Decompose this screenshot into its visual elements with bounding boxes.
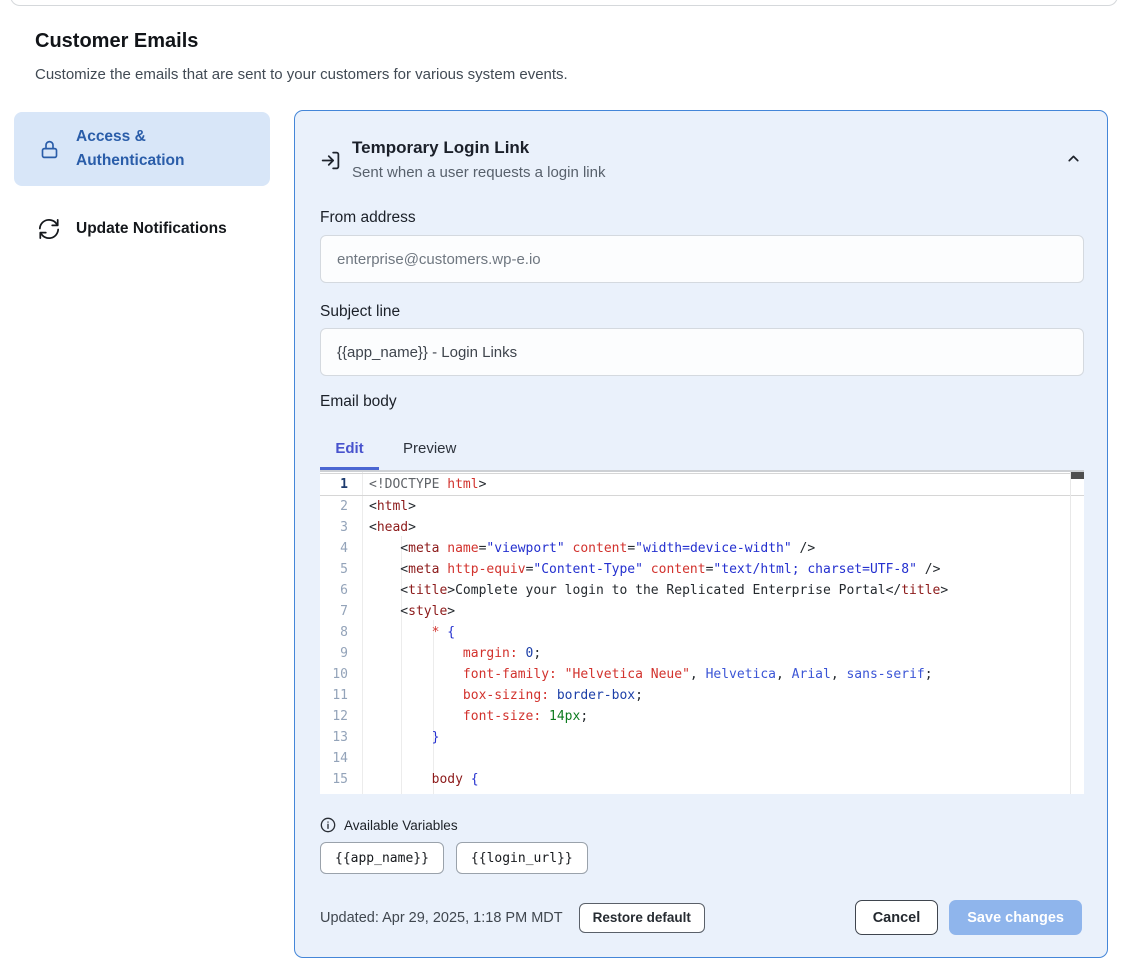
panel-subtitle: Sent when a user requests a login link [352,164,605,181]
from-address-label: From address [320,209,416,227]
sidebar-item-access-authentication[interactable]: Access & Authentication [14,112,270,186]
line-number: 13 [320,727,348,748]
info-icon [320,817,336,833]
login-icon [320,150,341,171]
tab-edit[interactable]: Edit [320,433,379,470]
lock-icon [38,138,60,160]
scrollbar-track [1070,472,1071,794]
variable-chips: {{app_name}} {{login_url}} [320,842,588,874]
code-text: <meta http-equiv="Content-Type" content=… [348,559,940,580]
line-number: 2 [320,496,348,517]
line-number: 1 [320,474,348,495]
chevron-up-icon [1065,150,1082,172]
subject-line-input[interactable] [320,328,1084,376]
panel-title: Temporary Login Link [352,138,529,158]
line-number: 9 [320,643,348,664]
code-line[interactable]: 7 <style> [320,601,1084,622]
code-text: <html> [348,496,416,517]
code-text [348,748,369,769]
from-address-input[interactable] [320,235,1084,283]
code-text: font-size: 14px; [348,706,588,727]
code-text: margin: 0; [348,643,541,664]
email-settings-card: Temporary Login Link Sent when a user re… [294,110,1108,958]
code-text: body { [348,769,479,790]
code-line[interactable]: 15 body { [320,769,1084,790]
code-text: } [348,727,439,748]
variable-chip-app-name[interactable]: {{app_name}} [320,842,444,874]
tab-preview[interactable]: Preview [379,433,480,470]
page-title: Customer Emails [35,30,198,53]
sidebar-item-update-notifications[interactable]: Update Notifications [14,205,270,253]
email-body-label: Email body [320,393,397,411]
code-line[interactable]: 14 [320,748,1084,769]
updated-timestamp: Updated: Apr 29, 2025, 1:18 PM MDT [320,910,563,926]
restore-default-button[interactable]: Restore default [579,903,705,933]
scrollbar-thumb[interactable] [1071,472,1084,479]
sidebar-item-label: Update Notifications [76,217,227,241]
line-number: 5 [320,559,348,580]
line-number: 14 [320,748,348,769]
code-line[interactable]: 12 font-size: 14px; [320,706,1084,727]
line-number: 15 [320,769,348,790]
line-number: 4 [320,538,348,559]
tab-preview-label: Preview [403,440,456,457]
code-line[interactable]: 3<head> [320,517,1084,538]
code-text: * { [348,622,455,643]
code-text: <!DOCTYPE html> [348,474,486,495]
code-text: <head> [348,517,416,538]
line-number: 6 [320,580,348,601]
available-variables-label: Available Variables [344,818,458,833]
page-subtitle: Customize the emails that are sent to yo… [35,66,568,83]
collapse-panel-button[interactable] [1061,149,1085,173]
code-line[interactable]: 4 <meta name="viewport" content="width=d… [320,538,1084,559]
code-editor[interactable]: 1<!DOCTYPE html>2<html>3<head>4 <meta na… [320,470,1084,794]
code-line[interactable]: 2<html> [320,496,1084,517]
email-body-tabs: Edit Preview [320,433,480,470]
code-line[interactable]: 8 * { [320,622,1084,643]
code-text: <meta name="viewport" content="width=dev… [348,538,815,559]
subject-line-label: Subject line [320,303,400,321]
code-line[interactable]: 13 } [320,727,1084,748]
save-changes-button[interactable]: Save changes [949,900,1082,935]
cancel-button[interactable]: Cancel [855,900,939,935]
code-line[interactable]: 9 margin: 0; [320,643,1084,664]
code-line[interactable]: 16 background-color: #f9fafb; [320,790,1084,794]
code-line[interactable]: 10 font-family: "Helvetica Neue", Helvet… [320,664,1084,685]
code-text: font-family: "Helvetica Neue", Helvetica… [348,664,933,685]
code-line[interactable]: 5 <meta http-equiv="Content-Type" conten… [320,559,1084,580]
line-number: 12 [320,706,348,727]
refresh-icon [38,218,60,240]
line-number: 3 [320,517,348,538]
code-lines: 1<!DOCTYPE html>2<html>3<head>4 <meta na… [320,473,1084,794]
tab-edit-label: Edit [335,440,363,457]
line-number: 8 [320,622,348,643]
available-variables-row: Available Variables [320,817,458,833]
panel-footer: Updated: Apr 29, 2025, 1:18 PM MDT Resto… [320,899,1082,936]
line-number: 11 [320,685,348,706]
sidebar-item-label: Access & Authentication [76,125,206,173]
code-line[interactable]: 1<!DOCTYPE html> [320,473,1084,496]
code-line[interactable]: 6 <title>Complete your login to the Repl… [320,580,1084,601]
variable-chip-login-url[interactable]: {{login_url}} [456,842,588,874]
code-text: <style> [348,601,455,622]
code-text: box-sizing: border-box; [348,685,643,706]
line-number: 10 [320,664,348,685]
line-number: 7 [320,601,348,622]
code-text: <title>Complete your login to the Replic… [348,580,948,601]
code-text: background-color: #f9fafb; [348,790,666,794]
previous-card-bottom-edge [10,0,1118,6]
code-line[interactable]: 11 box-sizing: border-box; [320,685,1084,706]
line-number: 16 [320,790,348,794]
